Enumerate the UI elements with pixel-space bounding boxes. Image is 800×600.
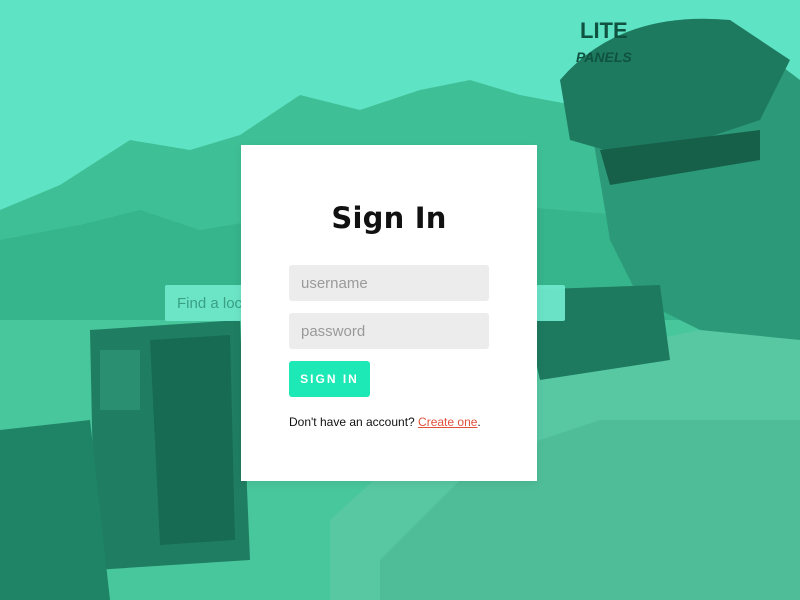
password-field[interactable]	[289, 313, 489, 349]
signup-prompt: Don't have an account? Create one.	[289, 415, 481, 429]
page-title: Sign In	[331, 201, 447, 235]
signup-prompt-suffix: .	[477, 415, 481, 429]
create-account-link[interactable]: Create one	[418, 415, 477, 429]
sign-in-button[interactable]: SIGN IN	[289, 361, 370, 397]
cap-logo-text-1: LITE	[580, 18, 628, 43]
sign-in-modal: Sign In SIGN IN Don't have an account? C…	[241, 145, 537, 481]
signup-prompt-text: Don't have an account?	[289, 415, 419, 429]
cap-logo-text-2: PANELS	[576, 49, 632, 65]
username-field[interactable]	[289, 265, 489, 301]
